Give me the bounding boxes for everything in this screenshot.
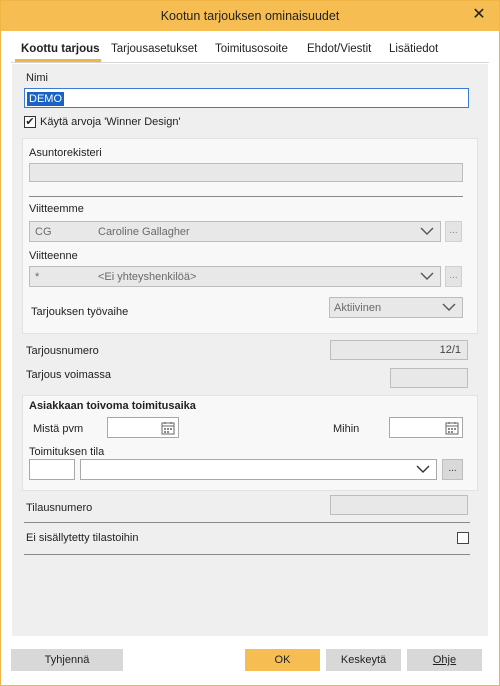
divider bbox=[29, 196, 463, 197]
from-date-label: Mistä pvm bbox=[33, 423, 84, 435]
help-button[interactable]: Ohje bbox=[407, 649, 482, 671]
chevron-down-icon bbox=[420, 227, 434, 235]
name-label: Nimi bbox=[26, 72, 48, 84]
tab-toimitusosoite[interactable]: Toimitusosoite bbox=[215, 43, 288, 55]
offer-number-label: Tarjousnumero bbox=[26, 345, 99, 357]
your-ref-select: * <Ei yhteyshenkilöä> bbox=[29, 266, 441, 287]
exclude-stats-label: Ei sisällytetty tilastoihin bbox=[26, 532, 139, 544]
chevron-down-icon bbox=[442, 303, 456, 311]
order-number-field bbox=[330, 495, 468, 515]
chevron-down-icon bbox=[420, 272, 434, 280]
phase-select[interactable]: Aktiivinen bbox=[329, 297, 463, 318]
exclude-stats-checkbox[interactable] bbox=[457, 532, 469, 544]
delivery-status-more-button[interactable]: ... bbox=[442, 459, 463, 480]
ok-button[interactable]: OK bbox=[245, 649, 320, 671]
tab-lisatiedot[interactable]: Lisätiedot bbox=[389, 43, 438, 55]
offer-number-value: 12/1 bbox=[439, 344, 461, 356]
active-tab-indicator bbox=[15, 59, 101, 62]
calendar-icon[interactable] bbox=[445, 421, 459, 435]
offer-number-field: 12/1 bbox=[330, 340, 468, 360]
delivery-status-select[interactable] bbox=[80, 459, 437, 480]
valid-label: Tarjous voimassa bbox=[26, 369, 111, 381]
dialog-window: Kootun tarjouksen ominaisuudet ✕ Koottu … bbox=[0, 0, 500, 686]
order-number-label: Tilausnumero bbox=[26, 502, 93, 514]
our-ref-more-button: ... bbox=[445, 221, 462, 242]
calendar-icon[interactable] bbox=[161, 421, 175, 435]
use-values-label: Käytä arvoja 'Winner Design' bbox=[40, 116, 181, 128]
name-value: DEMO bbox=[27, 92, 64, 106]
reference-box: Asuntorekisteri Viitteemme CG Caroline G… bbox=[22, 138, 478, 334]
form-panel: Nimi DEMO ✔ Käytä arvoja 'Winner Design'… bbox=[12, 64, 488, 636]
our-ref-code: CG bbox=[35, 226, 52, 238]
tab-ehdot-viestit[interactable]: Ehdot/Viestit bbox=[307, 43, 371, 55]
tab-tarjousasetukset[interactable]: Tarjousasetukset bbox=[111, 43, 197, 55]
clear-button[interactable]: Tyhjennä bbox=[11, 649, 123, 671]
name-input[interactable]: DEMO bbox=[24, 88, 469, 108]
delivery-heading: Asiakkaan toivoma toimitusaika bbox=[29, 400, 196, 412]
delivery-box: Asiakkaan toivoma toimitusaika Mistä pvm… bbox=[22, 395, 478, 491]
cancel-button[interactable]: Keskeytä bbox=[326, 649, 401, 671]
our-ref-select: CG Caroline Gallagher bbox=[29, 221, 441, 242]
to-date-input[interactable] bbox=[389, 417, 463, 438]
our-ref-name: Caroline Gallagher bbox=[98, 226, 190, 238]
our-ref-label: Viitteemme bbox=[29, 203, 84, 215]
window-title: Kootun tarjouksen ominaisuudet bbox=[160, 9, 340, 23]
your-ref-label: Viitteenne bbox=[29, 250, 78, 262]
phase-value: Aktiivinen bbox=[334, 302, 382, 314]
title-bar: Kootun tarjouksen ominaisuudet ✕ bbox=[1, 1, 499, 31]
from-date-input[interactable] bbox=[107, 417, 179, 438]
phase-label: Tarjouksen työvaihe bbox=[31, 306, 129, 318]
use-values-checkbox[interactable]: ✔ bbox=[24, 116, 36, 128]
divider bbox=[24, 554, 470, 555]
chevron-down-icon bbox=[416, 465, 430, 473]
delivery-status-code-input[interactable] bbox=[29, 459, 75, 480]
apartment-register-label: Asuntorekisteri bbox=[29, 147, 102, 159]
divider bbox=[24, 522, 470, 523]
your-ref-name: <Ei yhteyshenkilöä> bbox=[98, 271, 197, 283]
apartment-register-input bbox=[29, 163, 463, 182]
valid-field bbox=[390, 368, 468, 388]
your-ref-more-button: ... bbox=[445, 266, 462, 287]
close-icon[interactable]: ✕ bbox=[469, 5, 489, 25]
to-date-label: Mihin bbox=[333, 423, 360, 435]
delivery-status-label: Toimituksen tila bbox=[29, 446, 105, 458]
your-ref-code: * bbox=[35, 271, 40, 283]
tab-koottu-tarjous[interactable]: Koottu tarjous bbox=[21, 43, 100, 55]
